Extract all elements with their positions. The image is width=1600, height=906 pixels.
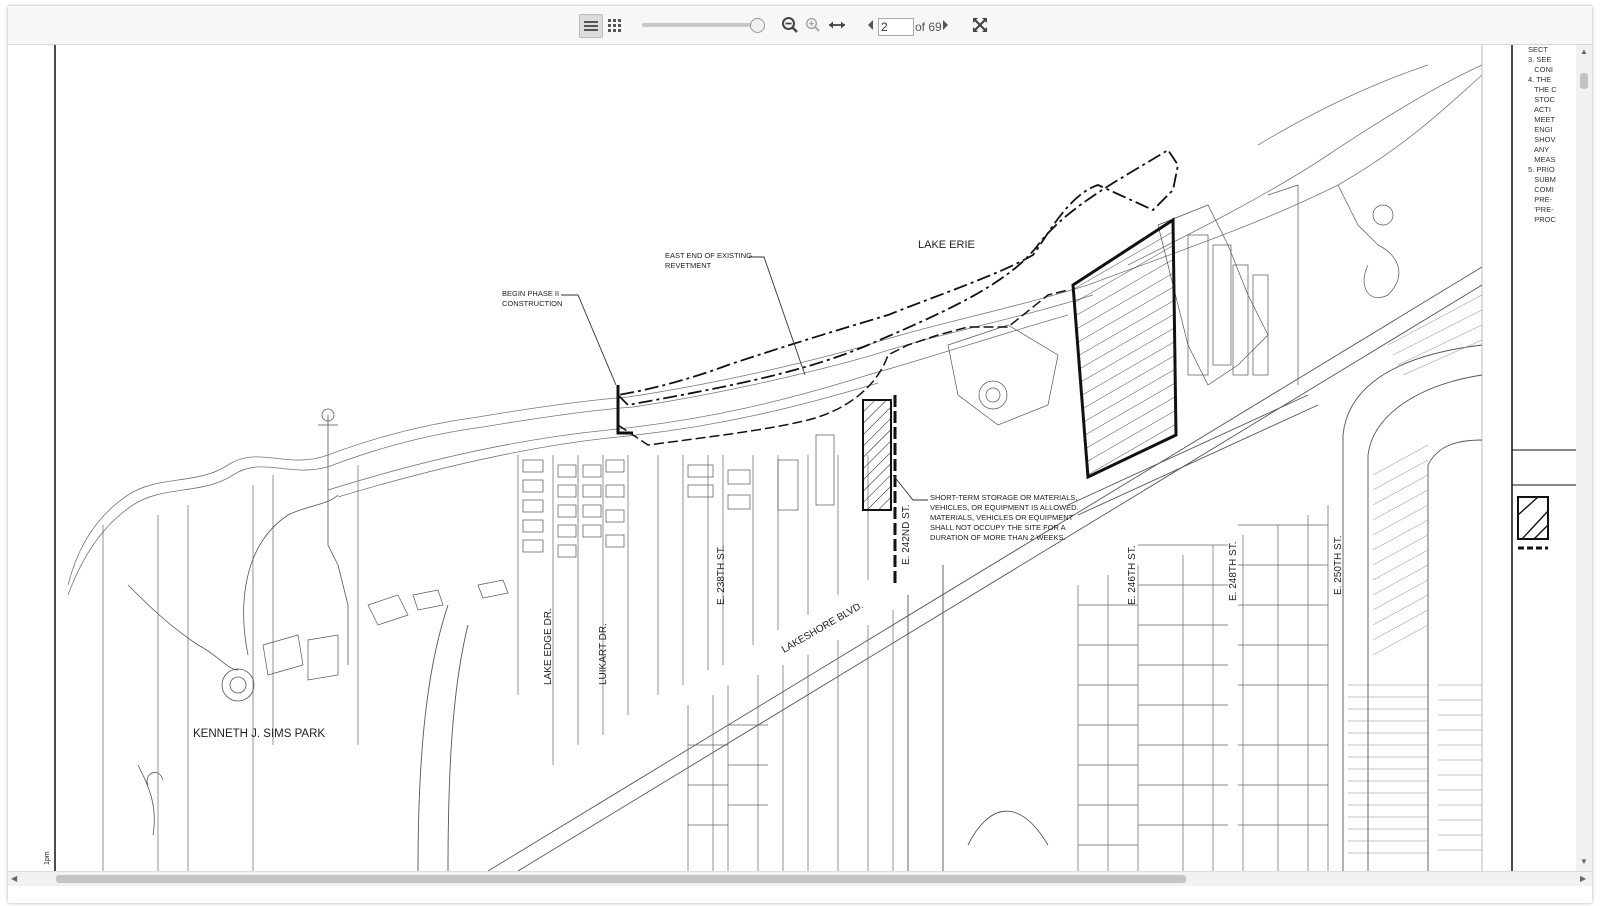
vertical-scroll-thumb[interactable] [1580, 73, 1588, 89]
scroll-left-icon[interactable]: ◀ [11, 874, 17, 883]
vertical-scrollbar[interactable]: ▲ ▼ [1576, 45, 1592, 871]
next-page-button[interactable] [940, 14, 950, 36]
work-limit-line [617, 289, 1069, 446]
lake-edge-dr-label: LAKE EDGE DR. [543, 608, 554, 685]
lakeshore-blvd-label: LAKESHORE BLVD. [780, 600, 865, 656]
previous-page-button[interactable] [866, 14, 876, 36]
scroll-up-icon[interactable]: ▲ [1580, 47, 1588, 56]
page-total-label: of 69 [915, 20, 942, 34]
viewer-toolbar: of 69 [8, 6, 1592, 45]
previous-page-icon [868, 20, 873, 30]
fullscreen-icon [973, 18, 987, 32]
title-block-hatch [1517, 496, 1549, 550]
document-page-area[interactable]: LAKE ERIE EAST END OF EXISTING REVETMENT… [8, 45, 1592, 871]
list-view-button[interactable] [579, 14, 603, 38]
road-network [417, 266, 1483, 871]
east-end-label-line2: REVETMENT [665, 261, 712, 270]
building-footprints [262, 184, 1400, 681]
page-number-input[interactable] [878, 18, 914, 36]
fit-width-button[interactable] [826, 14, 848, 36]
east-end-label-line1: EAST END OF EXISTING [665, 251, 752, 260]
grid-view-button[interactable] [604, 14, 626, 36]
shoreline [67, 64, 1483, 596]
general-notes-column: SECT 3. SEE CONI 4. THE THE C STOC ACTI … [1528, 45, 1557, 224]
scroll-right-icon[interactable]: ▶ [1580, 874, 1586, 883]
document-viewer: of 69 [8, 6, 1592, 903]
zoom-slider-track[interactable] [642, 23, 764, 27]
list-view-icon [584, 21, 598, 31]
park-features [127, 408, 349, 836]
begin-phase-label-line2: CONSTRUCTION [502, 299, 562, 308]
staging-area-246th [1071, 217, 1178, 480]
storage-note-line2: VEHICLES, OR EQUIPMENT IS ALLOWED. [930, 503, 1079, 512]
e250th-st-label: E. 250TH ST. [1333, 536, 1344, 595]
next-page-icon [943, 20, 948, 30]
horizontal-scrollbar[interactable]: ◀ ▶ [8, 871, 1592, 886]
fullscreen-button[interactable] [970, 14, 990, 36]
lake-erie-label: LAKE ERIE [918, 239, 975, 251]
zoom-in-icon [805, 17, 820, 32]
corner-mark: 1pm [44, 851, 51, 865]
storage-note-line5: DURATION OF MORE THAN 2 WEEKS. [930, 533, 1066, 542]
zoom-in-button[interactable] [804, 14, 822, 36]
e238th-st-label: E. 238TH ST. [716, 546, 727, 605]
e248th-st-label: E. 248TH ST. [1228, 542, 1239, 601]
zoom-slider-thumb[interactable] [750, 18, 765, 33]
zoom-out-icon [782, 17, 798, 33]
storage-note-line1: SHORT-TERM STORAGE OR MATERIALS, [930, 493, 1078, 502]
begin-phase-label-line1: BEGIN PHASE II [502, 289, 559, 298]
luikart-dr-label: LUIKART DR. [598, 623, 609, 685]
horizontal-scroll-thumb[interactable] [56, 875, 1186, 883]
storage-note-line3: MATERIALS, VEHICLES OR EQUIPMENT [930, 513, 1074, 522]
scroll-down-icon[interactable]: ▼ [1580, 857, 1588, 866]
e246th-st-label: E. 246TH ST. [1127, 546, 1138, 605]
storage-note-line4: SHALL NOT OCCUPY THE SITE FOR A [930, 523, 1066, 532]
parcel-lines [102, 455, 1329, 871]
site-plan-drawing: LAKE ERIE EAST END OF EXISTING REVETMENT… [44, 45, 1576, 871]
e242nd-st-label: E. 242ND ST. [901, 504, 912, 565]
park-label: KENNETH J. SIMS PARK [193, 728, 325, 740]
grid-view-icon [608, 19, 621, 32]
zoom-out-button[interactable] [780, 14, 800, 36]
fit-width-icon [829, 21, 845, 29]
